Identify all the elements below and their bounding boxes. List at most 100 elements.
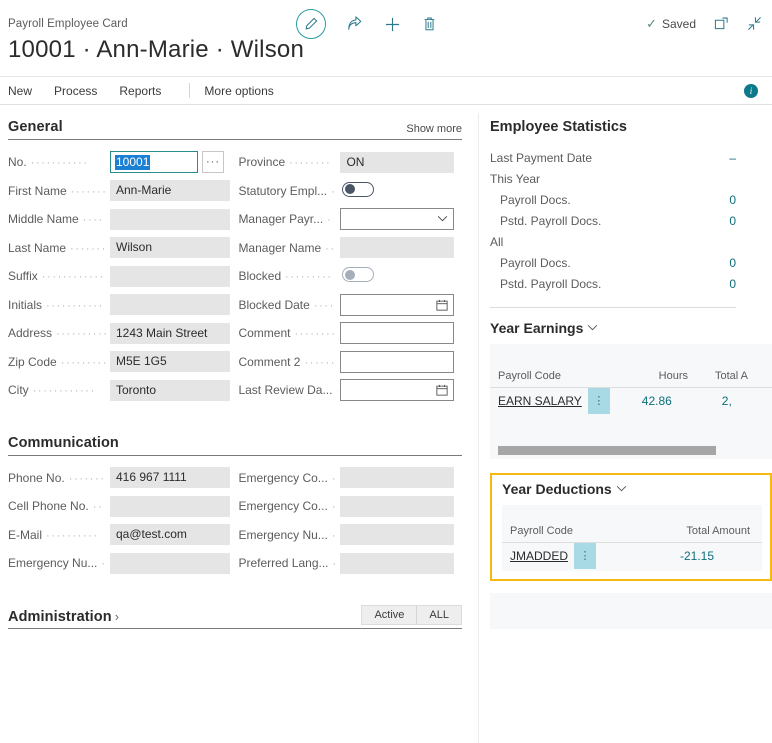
info-icon[interactable]: i [744, 84, 758, 98]
label-leader-dots: ········· [285, 272, 338, 283]
communication-right-column: Emergency Co... · Emergency Co... · Emer… [238, 464, 462, 578]
column-header-hours[interactable]: Hours [618, 370, 688, 382]
field-row-cell-phone-no: Cell Phone No. ·· [8, 492, 238, 521]
table-row[interactable]: JMADDED ⋮ -21.15 [502, 543, 762, 569]
zip-code-input[interactable]: M5E 1G5 [110, 351, 230, 372]
manager-payroll-dropdown[interactable] [340, 208, 454, 230]
show-more-link[interactable]: Show more [406, 123, 462, 135]
comment-input[interactable] [340, 322, 454, 344]
stat-value[interactable]: 0 [729, 277, 736, 291]
year-earnings-grid: Payroll Code Hours Total A EARN SALARY ⋮… [490, 344, 772, 459]
year-deductions-header[interactable]: Year Deductions [502, 481, 762, 497]
field-row-last-name: Last Name ········ Wilson [8, 234, 238, 263]
menu-item-more-options[interactable]: More options [204, 84, 285, 98]
last-name-input[interactable]: Wilson [110, 237, 230, 258]
calendar-icon[interactable] [436, 299, 448, 311]
field-label: Last Name ········ [8, 241, 108, 255]
total-amount-value: 2, [672, 394, 732, 408]
blocked-toggle[interactable] [342, 267, 374, 282]
stat-value: – [729, 151, 736, 165]
emergency-contact-1-input[interactable] [340, 467, 454, 488]
menu-bar: New Process Reports More options i [0, 76, 772, 105]
field-label: Province ········ [238, 155, 338, 169]
phone-no-input[interactable]: 416 967 1111 [110, 467, 230, 488]
middle-name-input[interactable] [110, 209, 230, 230]
year-deductions-panel: Year Deductions Payroll Code Total Amoun… [490, 473, 772, 581]
filter-active-button[interactable]: Active [362, 606, 416, 624]
section-header-administration[interactable]: Administration › Active ALL [8, 605, 462, 629]
general-fields: No. ··········· 10001 ··· First Name ···… [8, 148, 462, 405]
lookup-button[interactable]: ··· [202, 151, 224, 173]
payroll-code-link[interactable]: JMADDED [510, 549, 568, 563]
statutory-employee-toggle[interactable] [342, 182, 374, 197]
calendar-icon[interactable] [436, 384, 448, 396]
scrollbar-thumb[interactable] [498, 446, 716, 455]
column-header-payroll-code[interactable]: Payroll Code [498, 370, 618, 382]
field-row-statutory-employee: Statutory Empl... · [238, 177, 462, 206]
label-leader-dots: ·· [325, 244, 338, 255]
horizontal-scrollbar[interactable] [498, 446, 716, 455]
left-pane: General Show more No. ··········· 10001 … [0, 105, 470, 674]
share-icon[interactable] [347, 16, 363, 32]
stat-row-pstd-payroll-docs-all: Pstd. Payroll Docs. 0 [490, 273, 772, 294]
edit-pencil-icon[interactable] [296, 9, 326, 39]
stat-value[interactable]: 0 [729, 214, 736, 228]
open-in-new-window-icon[interactable] [714, 16, 729, 31]
suffix-input[interactable] [110, 266, 230, 287]
emergency-number-input[interactable] [110, 553, 230, 574]
menu-item-reports[interactable]: Reports [119, 84, 173, 98]
filter-all-button[interactable]: ALL [416, 606, 461, 624]
field-row-comment: Comment ········ [238, 319, 462, 348]
address-input[interactable]: 1243 Main Street [110, 323, 230, 344]
year-earnings-header[interactable]: Year Earnings [490, 320, 772, 336]
label-leader-dots: ········ [71, 187, 108, 198]
label-leader-dots: · [332, 474, 339, 485]
row-menu-icon[interactable]: ⋮ [588, 388, 610, 414]
blocked-date-input[interactable] [340, 294, 454, 316]
plus-icon[interactable] [384, 16, 401, 33]
collapse-icon[interactable] [747, 16, 762, 31]
cell-phone-no-input[interactable] [110, 496, 230, 517]
chevron-right-icon: › [115, 609, 119, 624]
toggle-knob [345, 184, 355, 194]
chevron-down-icon[interactable] [587, 322, 598, 334]
no-input[interactable]: 10001 [110, 151, 198, 173]
menu-item-new[interactable]: New [8, 84, 44, 98]
email-input[interactable]: qa@test.com [110, 524, 230, 545]
manager-name-input[interactable] [340, 237, 454, 258]
field-label: Last Review Da... · [238, 383, 338, 397]
field-label: Emergency Nu... · [238, 528, 338, 542]
preferred-language-input[interactable] [340, 553, 454, 574]
field-row-comment-2: Comment 2 ······ [238, 348, 462, 377]
field-label: First Name ········ [8, 184, 108, 198]
province-input[interactable]: ON [340, 152, 454, 173]
emergency-number-right-input[interactable] [340, 524, 454, 545]
stat-label: Payroll Docs. [500, 256, 571, 270]
last-review-date-input[interactable] [340, 379, 454, 401]
payroll-code-link[interactable]: EARN SALARY [498, 394, 582, 408]
field-label: Emergency Nu... · [8, 556, 108, 570]
section-title: Communication [8, 435, 119, 451]
column-header-total-amount[interactable]: Total A [688, 370, 748, 382]
column-header-payroll-code[interactable]: Payroll Code [510, 525, 640, 537]
label-leader-dots: ···· [314, 301, 339, 312]
field-label: Emergency Co... · [238, 471, 338, 485]
table-row[interactable]: EARN SALARY ⋮ 42.86 2, [490, 388, 772, 414]
menu-item-process[interactable]: Process [54, 84, 109, 98]
field-row-initials: Initials ··········· [8, 291, 238, 320]
initials-input[interactable] [110, 294, 230, 315]
field-label: Manager Payr... · [238, 212, 338, 226]
chevron-down-icon[interactable] [616, 483, 627, 495]
first-name-input[interactable]: Ann-Marie [110, 180, 230, 201]
city-input[interactable]: Toronto [110, 380, 230, 401]
comment-2-input[interactable] [340, 351, 454, 373]
column-header-total-amount[interactable]: Total Amount [640, 525, 750, 537]
stat-value[interactable]: 0 [729, 256, 736, 270]
row-menu-icon[interactable]: ⋮ [574, 543, 596, 569]
stat-row-last-payment-date: Last Payment Date – [490, 147, 772, 168]
emergency-contact-2-input[interactable] [340, 496, 454, 517]
stat-value[interactable]: 0 [729, 193, 736, 207]
label-leader-dots: ·········· [56, 329, 108, 340]
trash-icon[interactable] [422, 16, 437, 32]
stat-label: Last Payment Date [490, 151, 592, 165]
